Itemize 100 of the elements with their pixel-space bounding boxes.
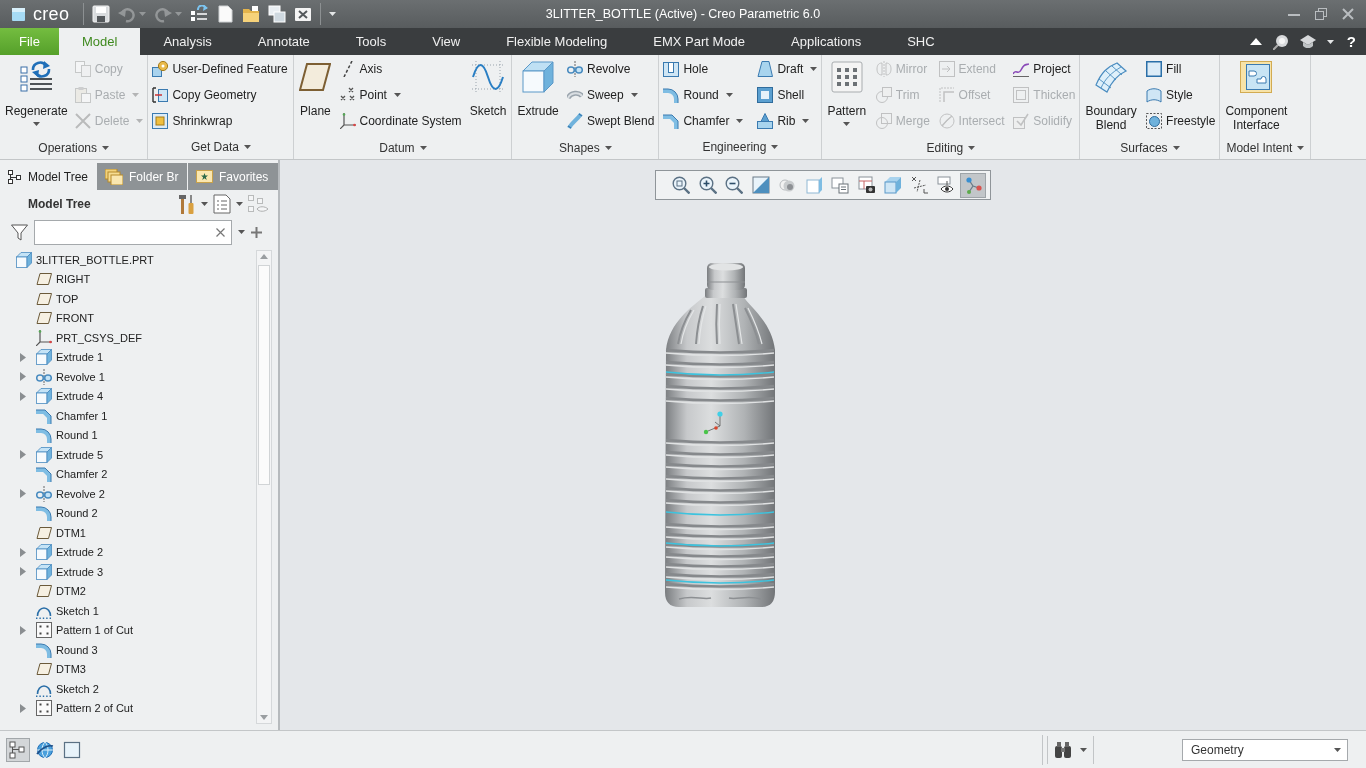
ribbon-button[interactable]: Coordinate System	[337, 108, 464, 134]
tree-item[interactable]: TOP	[56, 292, 79, 305]
expand-triangle-icon[interactable]	[20, 547, 26, 557]
tree-item[interactable]: Revolve 1	[56, 370, 105, 383]
ribbon-button[interactable]: Copy Geometry	[150, 82, 290, 108]
ribbon-tab[interactable]: EMX Part Mode	[630, 28, 769, 55]
group-menu-button[interactable]: Model Intent	[1220, 136, 1311, 159]
ribbon-button[interactable]: Fill	[1144, 56, 1218, 82]
group-menu-button[interactable]: Shapes	[553, 136, 618, 159]
group-menu-button[interactable]: Datum	[373, 136, 433, 159]
group-menu-button[interactable]: Editing	[920, 136, 982, 159]
expand-triangle-icon[interactable]	[20, 489, 26, 499]
ribbon-tab[interactable]: Applications	[768, 28, 885, 55]
expand-triangle-icon[interactable]	[20, 450, 26, 460]
tree-item[interactable]: DTM2	[56, 585, 86, 598]
expand-triangle-icon[interactable]	[20, 703, 26, 713]
ribbon-tab[interactable]: Analysis	[140, 28, 235, 55]
close-window-icon[interactable]	[294, 5, 313, 23]
ribbon-tab[interactable]: SHC	[884, 28, 958, 55]
plus-icon[interactable]	[251, 226, 262, 238]
ribbon-button[interactable]: Hole	[661, 56, 746, 82]
scrollbar[interactable]	[256, 250, 272, 724]
ribbon-button[interactable]: Sweep	[565, 82, 657, 108]
blank-page-icon[interactable]	[216, 5, 235, 23]
ribbon-button[interactable]: Freestyle	[1144, 108, 1218, 134]
tree-item[interactable]: Extrude 1	[56, 351, 104, 364]
ribbon-button[interactable]: Rib	[755, 108, 820, 134]
find-button[interactable]	[1047, 735, 1094, 764]
scroll-down-arrow-icon[interactable]	[260, 715, 268, 720]
caret-icon[interactable]	[238, 230, 245, 234]
caret-icon[interactable]	[1326, 39, 1334, 44]
list-page-icon[interactable]	[213, 194, 231, 214]
graduation-cap-icon[interactable]	[1299, 35, 1316, 48]
tree-item[interactable]: RIGHT	[56, 273, 91, 286]
ribbon-button[interactable]: Pattern	[824, 56, 870, 136]
help-button[interactable]: ?	[1344, 33, 1358, 50]
windows-icon[interactable]	[268, 5, 287, 23]
ribbon-button[interactable]: Component Interface	[1222, 56, 1291, 136]
selection-filter-dropdown[interactable]: Geometry	[1182, 738, 1348, 761]
tree-item[interactable]: Extrude 2	[56, 546, 104, 559]
tree-toggle-button[interactable]	[6, 737, 30, 762]
ribbon-button[interactable]: Plane	[296, 56, 335, 136]
tree-item[interactable]: Chamfer 2	[56, 468, 108, 481]
tree-item[interactable]: Round 3	[56, 643, 98, 656]
tree-item[interactable]: 3LITTER_BOTTLE.PRT	[36, 253, 154, 266]
ribbon-tab[interactable]: Flexible Modeling	[483, 28, 631, 55]
tree-item[interactable]: Sketch 1	[56, 604, 99, 617]
tree-item[interactable]: Round 2	[56, 507, 98, 520]
ribbon-button[interactable]: Revolve	[565, 56, 657, 82]
ribbon-button[interactable]: Point	[337, 82, 464, 108]
ribbon-button[interactable]: Regenerate	[2, 56, 71, 136]
expand-triangle-icon[interactable]	[20, 372, 26, 382]
group-menu-button[interactable]: Surfaces	[1114, 136, 1186, 159]
tree-item[interactable]: Chamfer 1	[56, 409, 108, 422]
ribbon-tab[interactable]: Tools	[332, 28, 410, 55]
chevron-up-icon[interactable]	[1249, 38, 1262, 45]
filter-field[interactable]	[34, 219, 232, 245]
expand-triangle-icon[interactable]	[20, 391, 26, 401]
caret-icon[interactable]	[329, 12, 337, 16]
close-icon[interactable]	[1342, 8, 1354, 20]
tree-item[interactable]: Round 1	[56, 429, 98, 442]
hammer-screwdriver-icon[interactable]	[178, 194, 196, 214]
expand-triangle-icon[interactable]	[20, 567, 26, 577]
caret-icon[interactable]	[201, 202, 208, 206]
ribbon-tab[interactable]: Annotate	[234, 28, 333, 55]
scrollbar-thumb[interactable]	[258, 265, 270, 485]
tree-item[interactable]: DTM1	[56, 526, 86, 539]
search-icon[interactable]	[1272, 33, 1289, 50]
group-menu-button[interactable]: Engineering	[696, 135, 785, 159]
clear-icon[interactable]	[216, 227, 225, 237]
save-icon[interactable]	[92, 5, 111, 23]
ribbon-button[interactable]: Shrinkwrap	[150, 108, 290, 134]
ribbon-button[interactable]: Sketch	[466, 56, 510, 136]
ribbon-button[interactable]: Shell	[755, 82, 820, 108]
ribbon-button[interactable]: User-Defined Feature	[150, 56, 290, 82]
ribbon-button[interactable]: Round	[661, 82, 746, 108]
group-menu-button[interactable]: Get Data	[184, 135, 257, 159]
checklist-arrows-icon[interactable]	[190, 5, 209, 23]
restore-icon[interactable]	[1315, 8, 1327, 20]
expand-triangle-icon[interactable]	[20, 625, 26, 635]
folder-icon[interactable]	[242, 5, 261, 23]
tree-item[interactable]: Revolve 2	[56, 487, 105, 500]
caret-icon[interactable]	[236, 202, 243, 206]
group-menu-button[interactable]: Operations	[32, 136, 116, 159]
tree-item[interactable]: FRONT	[56, 312, 94, 325]
tree-item[interactable]: Extrude 3	[56, 565, 104, 578]
ribbon-button[interactable]: Style	[1144, 82, 1218, 108]
tree-item[interactable]: DTM3	[56, 663, 86, 676]
tree-item[interactable]: Extrude 5	[56, 448, 104, 461]
tree-item[interactable]: Pattern 2 of Cut	[56, 702, 134, 715]
ribbon-button[interactable]: Swept Blend	[565, 108, 657, 134]
ribbon-button[interactable]: Chamfer	[661, 108, 746, 134]
scroll-up-arrow-icon[interactable]	[260, 254, 268, 259]
expand-triangle-icon[interactable]	[20, 352, 26, 362]
tree-item[interactable]: PRT_CSYS_DEF	[56, 331, 142, 344]
ribbon-tab[interactable]: View	[409, 28, 484, 55]
tree-item[interactable]: Pattern 1 of Cut	[56, 624, 134, 637]
ribbon-button[interactable]: Axis	[337, 56, 464, 82]
ribbon-button[interactable]: Extrude	[514, 56, 562, 136]
ribbon-tab[interactable]: Model	[58, 28, 141, 55]
